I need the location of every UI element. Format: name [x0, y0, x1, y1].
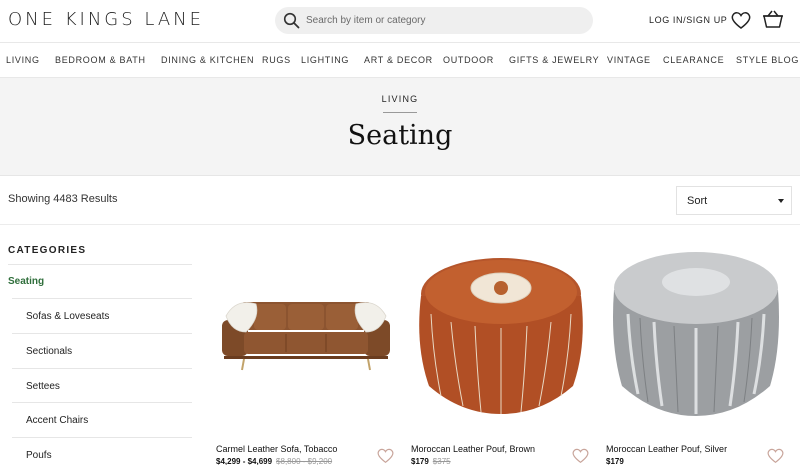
product-card[interactable]: Moroccan Leather Pouf, Brown $179 $375 — [411, 236, 591, 465]
login-signup-link[interactable]: LOG IN/SIGN UP — [649, 15, 727, 25]
nav-gifts-jewelry[interactable]: GIFTS & JEWELRY — [509, 55, 599, 65]
site-logo[interactable]: ONE KINGS LANE — [8, 9, 204, 30]
nav-vintage[interactable]: VINTAGE — [607, 55, 651, 65]
nav-living[interactable]: LIVING — [6, 55, 40, 65]
results-count: Showing 4483 Results — [8, 193, 118, 205]
heart-icon[interactable] — [730, 10, 752, 30]
main-nav: LIVING BEDROOM & BATH DINING & KITCHEN R… — [0, 42, 800, 78]
product-card[interactable]: Moroccan Leather Pouf, Silver $179 — [606, 236, 786, 465]
subcategory-sectionals[interactable]: Sectionals — [12, 333, 192, 367]
product-image-silver-pouf[interactable] — [606, 236, 786, 436]
breadcrumb-living[interactable]: LIVING — [0, 94, 800, 104]
nav-outdoor[interactable]: OUTDOOR — [443, 55, 494, 65]
product-image-sofa[interactable] — [216, 236, 396, 436]
nav-bedroom-bath[interactable]: BEDROOM & BATH — [55, 55, 146, 65]
subcategory-label: Sofas & Loveseats — [26, 311, 110, 322]
subcategory-sofas-loveseats[interactable]: Sofas & Loveseats — [12, 298, 192, 332]
nav-dining-kitchen[interactable]: DINING & KITCHEN — [161, 55, 254, 65]
category-hero: LIVING Seating — [0, 78, 800, 176]
cart-icon[interactable] — [762, 9, 784, 29]
chevron-down-icon — [778, 199, 784, 203]
categories-heading: CATEGORIES — [8, 245, 87, 256]
subcategory-label: Poufs — [26, 450, 52, 461]
product-price: $179 $375 — [411, 457, 451, 465]
subcategory-label: Settees — [26, 381, 60, 392]
subcategory-settees[interactable]: Settees — [12, 368, 192, 402]
subcategory-poufs[interactable]: Poufs — [12, 437, 192, 465]
product-price: $179 — [606, 457, 624, 465]
sale-price: $4,299 - $4,699 — [216, 457, 273, 465]
search-input[interactable] — [306, 11, 576, 30]
search-bar[interactable] — [275, 7, 593, 34]
nav-style-blog[interactable]: STYLE BLOG — [736, 55, 799, 65]
product-card[interactable]: Carmel Leather Sofa, Tobacco $4,299 - $4… — [216, 236, 396, 465]
product-name[interactable]: Moroccan Leather Pouf, Brown — [411, 444, 535, 454]
sort-dropdown[interactable]: Sort — [676, 186, 792, 215]
product-image-brown-pouf[interactable] — [411, 236, 591, 436]
sort-label: Sort — [687, 195, 708, 207]
category-seating-active[interactable]: Seating — [8, 276, 44, 287]
heart-icon[interactable] — [376, 447, 395, 464]
heart-icon[interactable] — [571, 447, 590, 464]
product-name[interactable]: Carmel Leather Sofa, Tobacco — [216, 444, 337, 454]
product-name[interactable]: Moroccan Leather Pouf, Silver — [606, 444, 727, 454]
nav-rugs[interactable]: RUGS — [262, 55, 291, 65]
section-divider — [0, 224, 800, 225]
sale-price: $179 — [411, 457, 429, 465]
site-header: ONE KINGS LANE LOG IN/SIGN UP — [0, 0, 800, 42]
hero-divider — [383, 112, 417, 113]
sale-price: $179 — [606, 457, 624, 465]
heart-icon[interactable] — [766, 447, 785, 464]
nav-clearance[interactable]: CLEARANCE — [663, 55, 724, 65]
product-price: $4,299 - $4,699 $8,800 - $9,200 — [216, 457, 332, 465]
original-price: $8,800 - $9,200 — [276, 457, 333, 465]
subcategory-label: Sectionals — [26, 346, 73, 357]
search-icon[interactable] — [283, 12, 300, 29]
page-title: Seating — [347, 120, 453, 151]
nav-lighting[interactable]: LIGHTING — [301, 55, 349, 65]
original-price: $375 — [432, 457, 451, 465]
nav-art-decor[interactable]: ART & DECOR — [364, 55, 433, 65]
subcategory-accent-chairs[interactable]: Accent Chairs — [12, 402, 192, 436]
subcategory-label: Accent Chairs — [26, 415, 89, 426]
categories-divider — [8, 264, 192, 265]
